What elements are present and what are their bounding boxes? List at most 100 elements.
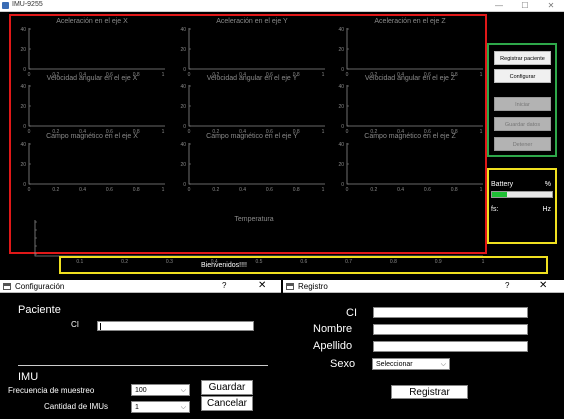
minimize-icon[interactable]: —: [486, 0, 512, 12]
plot-axes: 402000 0.2 0.4 0.6 0.8 1: [338, 27, 483, 78]
registro-titlebar: Registro ? ✕: [283, 280, 564, 293]
paciente-heading: Paciente: [18, 304, 61, 316]
y-tick-label: 20: [180, 104, 186, 110]
y-tick-label: 0: [183, 67, 186, 73]
x-tick-label: 0.4: [79, 187, 86, 193]
chevron-down-icon: ⌵: [440, 361, 446, 368]
x-tick-label: 0: [346, 187, 349, 193]
x-tick-label: 0: [188, 187, 191, 193]
frecuencia-select[interactable]: 100 ⌵: [131, 384, 190, 396]
cantidad-select-value: 1: [135, 404, 139, 411]
iniciar-button[interactable]: Iniciar: [494, 97, 551, 111]
x-tick-label: 0: [28, 187, 31, 193]
detener-button[interactable]: Detener: [494, 137, 551, 151]
plot: Aceleración en el eje Y 40 20 0 0 0.2 0.4 0.6 0.…: [177, 18, 327, 79]
x-tick-label: 0.8: [293, 187, 300, 193]
plot-title: Temperatura: [234, 216, 274, 223]
x-tick-label: 0.8: [451, 187, 458, 193]
window-title: IMU-9255: [12, 1, 43, 8]
status-bar: Bienvenidos!!!!: [59, 256, 548, 274]
battery-label: Battery: [491, 181, 514, 188]
configuracion-titlebar: Configuración ? ✕: [0, 280, 281, 293]
axis-line: [188, 85, 325, 127]
cantidad-select[interactable]: 1 ⌵: [131, 401, 190, 413]
y-tick-label: 0: [23, 182, 26, 188]
y-tick-label: 20: [20, 104, 26, 110]
axis-line: [28, 143, 165, 185]
ci-label: CI: [346, 307, 357, 319]
hz-label: Hz: [542, 206, 551, 213]
app-icon: [2, 2, 9, 9]
sexo-select[interactable]: Seleccionar ⌵: [372, 358, 450, 370]
configuracion-dialog: Configuración ? ✕ Paciente CI IMU Frecue…: [0, 280, 281, 419]
x-tick-label: 1: [162, 187, 165, 193]
battery-fill: [492, 192, 507, 197]
plot: Velocidad angular en el eje X 40 20 0 0 0.2 0.…: [17, 75, 167, 136]
plot-axes: 402000 0.2 0.4 0.6 0.8 1: [20, 142, 165, 193]
close-icon[interactable]: ✕: [258, 280, 266, 292]
plot: Aceleración en el eje X 40 20 0 0 0.2 0.4 0.6 0.…: [17, 18, 167, 79]
registrar-paciente-button[interactable]: Registrar paciente: [494, 51, 551, 65]
registro-title: Registro: [298, 282, 328, 291]
y-tick-label: 20: [338, 162, 344, 168]
axis-line: [188, 28, 325, 70]
plots-panel: Aceleración en el eje X 40 20 0 0 0.2 0.4 0.6 0.…: [9, 14, 487, 265]
imu-heading: IMU: [18, 371, 39, 383]
main-titlebar: IMU-9255 — ☐ ✕: [0, 0, 564, 12]
axis-line: [346, 143, 483, 185]
registrar-button[interactable]: Registrar: [391, 385, 468, 399]
close-icon[interactable]: ✕: [538, 0, 564, 12]
y-tick-label: 40: [20, 84, 26, 90]
close-icon[interactable]: ✕: [539, 280, 547, 292]
y-tick-label: 40: [338, 84, 344, 90]
y-tick-label: 20: [180, 47, 186, 53]
help-icon[interactable]: ?: [222, 281, 226, 290]
axis-line: [34, 220, 483, 257]
nombre-input[interactable]: [373, 324, 528, 335]
maximize-icon[interactable]: ☐: [512, 0, 538, 12]
plot: Campo magnético en el eje Z 40 20 0 0 0.2 0.4 0…: [335, 133, 485, 194]
configurar-button[interactable]: Configurar: [494, 69, 551, 83]
ci-input[interactable]: [97, 321, 254, 331]
x-tick-label: 0.2: [52, 187, 59, 193]
plot: Campo magnético en el eje X 40 20 0 0 0.2 0.4 0…: [17, 133, 167, 194]
configuracion-title: Configuración: [15, 282, 65, 291]
y-tick-label: 0: [183, 124, 186, 130]
y-tick-label: 40: [338, 27, 344, 33]
window-icon: [286, 283, 294, 290]
registro-dialog: Registro ? ✕ CI Nombre Apellido Sexo Sel…: [283, 280, 564, 419]
x-tick-label: 1: [322, 187, 325, 193]
sexo-select-value: Seleccionar: [376, 361, 413, 368]
cancelar-button[interactable]: Cancelar: [201, 396, 253, 411]
y-tick-label: 0: [341, 182, 344, 188]
guardar-datos-button[interactable]: Guardar datos: [494, 117, 551, 131]
axis-line: [346, 85, 483, 127]
y-tick-label: 0: [183, 182, 186, 188]
fs-label: fs:: [491, 206, 499, 213]
controls-panel: Registrar paciente Configurar Iniciar Gu…: [487, 43, 557, 157]
axis-line: [28, 85, 165, 127]
battery-panel: Battery % fs: Hz: [487, 168, 557, 244]
y-tick-label: 20: [180, 162, 186, 168]
x-tick-label: 0.6: [266, 187, 273, 193]
help-icon[interactable]: ?: [505, 281, 509, 290]
x-tick-label: 0.2: [370, 187, 377, 193]
x-tick-label: 0.4: [239, 187, 246, 193]
ci-input[interactable]: [373, 307, 528, 318]
divider: [18, 365, 268, 366]
chevron-down-icon: ⌵: [180, 387, 186, 394]
y-tick-label: 40: [180, 142, 186, 148]
y-tick-label: 0: [23, 124, 26, 130]
battery-unit: %: [544, 181, 551, 188]
y-tick-label: 20: [20, 162, 26, 168]
plot: Aceleración en el eje Z 40 20 0 0 0.2 0.4 0.6 0.…: [335, 18, 485, 79]
y-tick-label: 40: [20, 142, 26, 148]
apellido-input[interactable]: [373, 341, 528, 352]
x-tick-label: 1: [480, 187, 483, 193]
x-tick-label: 0.2: [212, 187, 219, 193]
x-tick-label: 0.4: [397, 187, 404, 193]
x-tick-label: 0.6: [424, 187, 431, 193]
guardar-button[interactable]: Guardar: [201, 380, 253, 395]
nombre-label: Nombre: [313, 323, 353, 335]
axis-line: [346, 28, 483, 70]
